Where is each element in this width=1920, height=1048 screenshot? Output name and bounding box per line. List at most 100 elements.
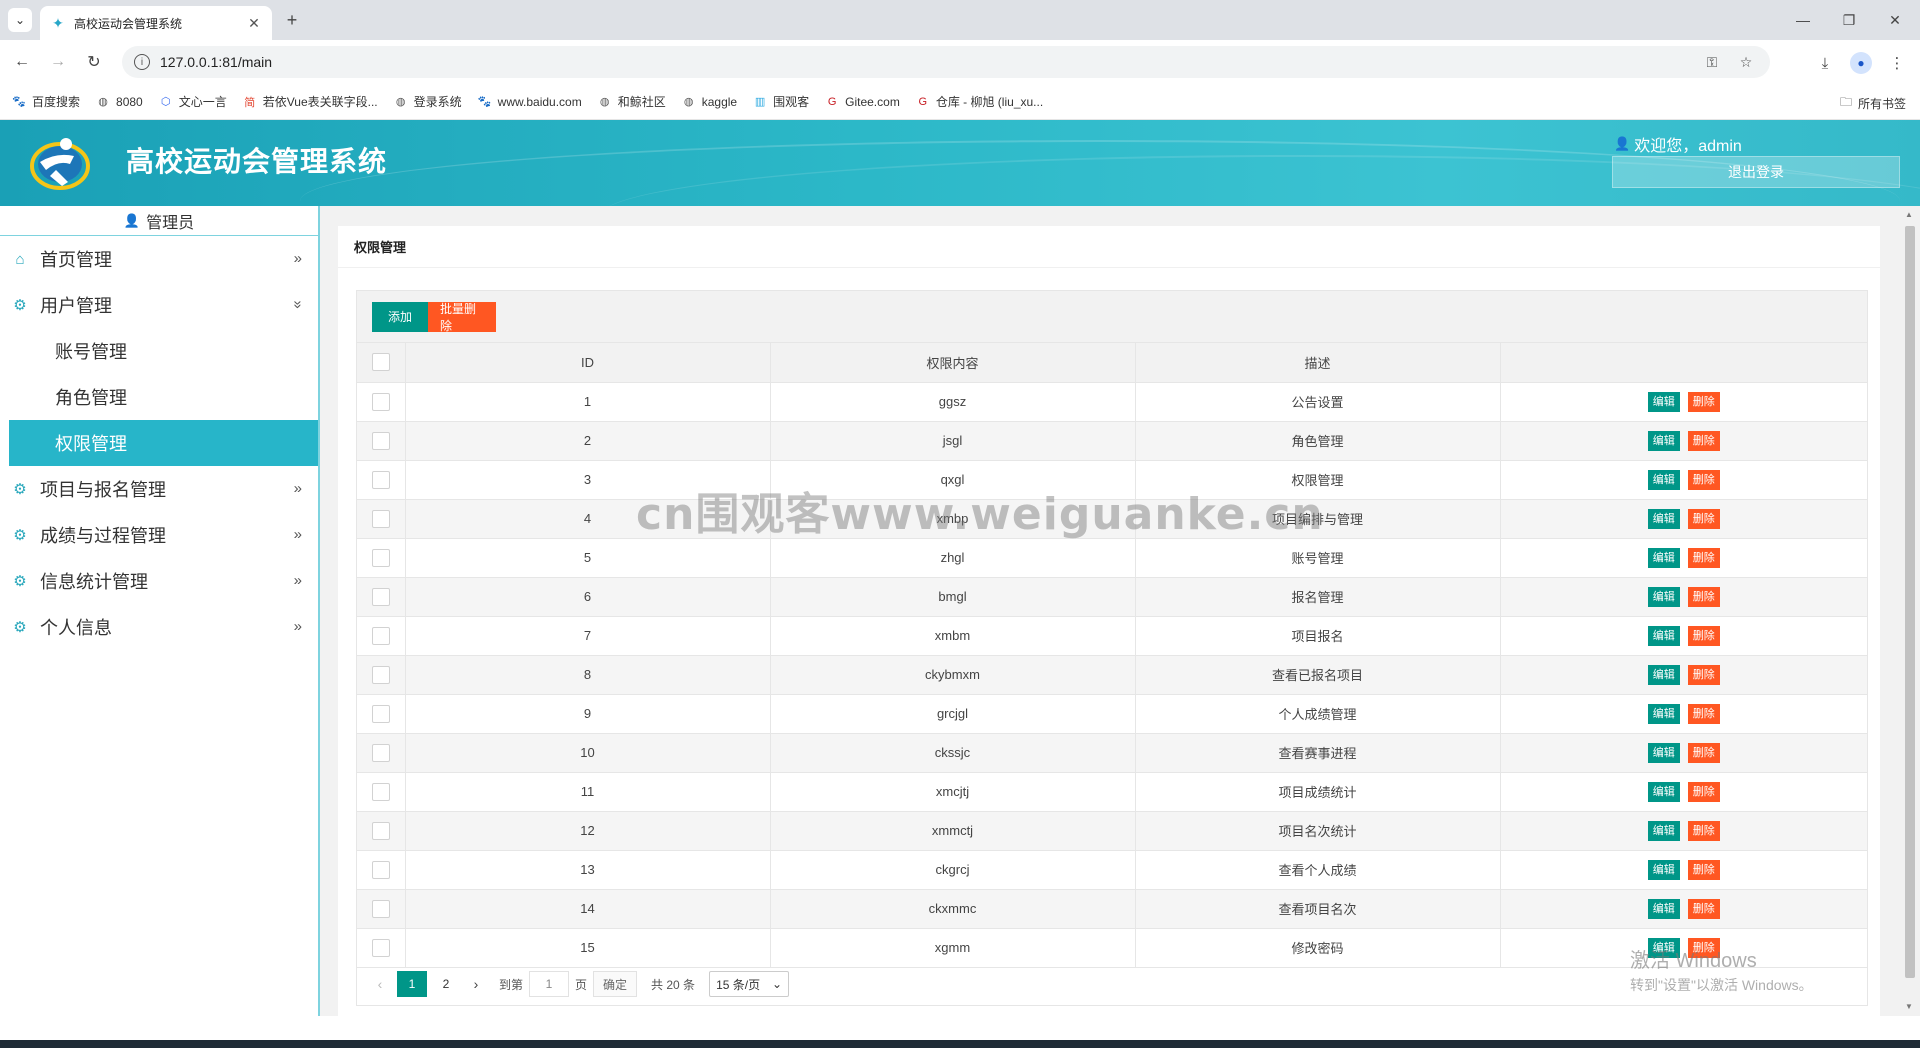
bookmark-item[interactable]: ◍ kaggle bbox=[682, 95, 737, 109]
restore-icon[interactable]: ❐ bbox=[1826, 8, 1872, 32]
bookmark-item[interactable]: 🐾 www.baidu.com bbox=[478, 95, 582, 109]
delete-button[interactable]: 删除 bbox=[1687, 586, 1720, 607]
select-all-checkbox[interactable] bbox=[371, 353, 390, 372]
row-checkbox[interactable] bbox=[371, 548, 390, 567]
password-key-icon[interactable]: ⚿ bbox=[1700, 54, 1724, 71]
tab-search-button[interactable]: ⌄ bbox=[8, 8, 32, 32]
sidebar-subitem-role[interactable]: 角色管理 bbox=[0, 374, 318, 420]
sidebar-subitem-permission[interactable]: 权限管理 bbox=[9, 420, 318, 466]
batch-delete-button[interactable]: 批量删除 bbox=[428, 301, 496, 333]
download-icon[interactable]: ⤓ bbox=[1814, 52, 1836, 74]
more-menu-icon[interactable]: ⋮ bbox=[1886, 52, 1908, 74]
row-checkbox[interactable] bbox=[371, 938, 390, 957]
row-checkbox[interactable] bbox=[371, 509, 390, 528]
scroll-up-icon[interactable]: ▲ bbox=[1905, 210, 1913, 219]
delete-button[interactable]: 删除 bbox=[1687, 469, 1720, 490]
edit-button[interactable]: 编辑 bbox=[1647, 625, 1680, 646]
bookmark-item[interactable]: G 仓库 - 柳旭 (liu_xu... bbox=[916, 93, 1044, 110]
delete-button[interactable]: 删除 bbox=[1687, 508, 1720, 529]
all-bookmarks-button[interactable]: 🗀 所有书签 bbox=[1840, 93, 1906, 114]
page-number-1[interactable]: 1 bbox=[397, 971, 427, 997]
delete-button[interactable]: 删除 bbox=[1687, 547, 1720, 568]
bookmark-item[interactable]: ⬡ 文心一言 bbox=[159, 93, 227, 110]
edit-button[interactable]: 编辑 bbox=[1647, 508, 1680, 529]
row-checkbox[interactable] bbox=[371, 821, 390, 840]
edit-button[interactable]: 编辑 bbox=[1647, 781, 1680, 802]
bookmark-item[interactable]: ◍ 和鲸社区 bbox=[598, 93, 666, 110]
row-checkbox[interactable] bbox=[371, 392, 390, 411]
row-checkbox[interactable] bbox=[371, 587, 390, 606]
sidebar-item-stats[interactable]: ⚙ 信息统计管理 » bbox=[0, 558, 318, 604]
bookmark-item[interactable]: 简若依Vue表关联字段... bbox=[243, 93, 377, 110]
row-checkbox[interactable] bbox=[371, 665, 390, 684]
row-checkbox[interactable] bbox=[371, 431, 390, 450]
row-checkbox[interactable] bbox=[371, 743, 390, 762]
profile-avatar-icon[interactable]: ● bbox=[1850, 52, 1872, 74]
row-checkbox[interactable] bbox=[371, 899, 390, 918]
row-checkbox[interactable] bbox=[371, 860, 390, 879]
edit-button[interactable]: 编辑 bbox=[1647, 742, 1680, 763]
new-tab-button[interactable]: + bbox=[282, 10, 302, 30]
sidebar-item-home[interactable]: ⌂ 首页管理 » bbox=[0, 236, 318, 282]
delete-button[interactable]: 删除 bbox=[1687, 430, 1720, 451]
delete-button[interactable]: 删除 bbox=[1687, 742, 1720, 763]
close-icon[interactable]: ✕ bbox=[246, 15, 262, 31]
edit-button[interactable]: 编辑 bbox=[1647, 391, 1680, 412]
delete-button[interactable]: 删除 bbox=[1687, 898, 1720, 919]
bookmark-item[interactable]: G Gitee.com bbox=[825, 95, 900, 109]
logout-button[interactable]: 退出登录 bbox=[1612, 156, 1900, 188]
edit-button[interactable]: 编辑 bbox=[1647, 469, 1680, 490]
row-checkbox[interactable] bbox=[371, 470, 390, 489]
site-info-icon[interactable]: i bbox=[134, 54, 150, 70]
add-button[interactable]: 添加 bbox=[372, 301, 428, 332]
sidebar-subitem-account[interactable]: 账号管理 bbox=[0, 328, 318, 374]
edit-button[interactable]: 编辑 bbox=[1647, 820, 1680, 841]
back-icon[interactable]: ← bbox=[12, 52, 32, 72]
row-checkbox[interactable] bbox=[371, 782, 390, 801]
goto-confirm-button[interactable]: 确定 bbox=[593, 971, 638, 997]
prev-page-icon[interactable]: ‹ bbox=[369, 972, 391, 996]
bookmark-item[interactable]: ◍ 8080 bbox=[96, 95, 143, 109]
edit-button[interactable]: 编辑 bbox=[1647, 586, 1680, 607]
sidebar-item-score[interactable]: ⚙ 成绩与过程管理 » bbox=[0, 512, 318, 558]
row-checkbox[interactable] bbox=[371, 626, 390, 645]
window-close-icon[interactable]: ✕ bbox=[1872, 8, 1918, 32]
minimize-icon[interactable]: — bbox=[1780, 8, 1826, 32]
forward-icon[interactable]: → bbox=[48, 52, 68, 72]
page-scrollbar[interactable]: ▲ ▼ bbox=[1900, 206, 1920, 1016]
reload-icon[interactable]: ↻ bbox=[84, 52, 104, 72]
goto-page-input[interactable]: 1 bbox=[529, 971, 570, 997]
address-bar[interactable]: i 127.0.0.1:81/main ⚿ ☆ bbox=[122, 46, 1770, 78]
delete-button[interactable]: 删除 bbox=[1687, 937, 1720, 958]
edit-button[interactable]: 编辑 bbox=[1647, 937, 1680, 958]
scroll-thumb[interactable] bbox=[1905, 226, 1915, 978]
delete-button[interactable]: 删除 bbox=[1687, 820, 1720, 841]
edit-button[interactable]: 编辑 bbox=[1647, 898, 1680, 919]
sidebar-item-personal[interactable]: ⚙ 个人信息 » bbox=[0, 604, 318, 650]
bookmark-star-icon[interactable]: ☆ bbox=[1734, 54, 1758, 71]
edit-button[interactable]: 编辑 bbox=[1647, 430, 1680, 451]
sidebar-item-user[interactable]: ⚙ 用户管理 » bbox=[0, 282, 318, 328]
edit-button[interactable]: 编辑 bbox=[1647, 859, 1680, 880]
table-row: 13 ckgrcj 查看个人成绩 编辑 删除 bbox=[357, 849, 1867, 890]
next-page-icon[interactable]: › bbox=[465, 972, 487, 996]
delete-button[interactable]: 删除 bbox=[1687, 781, 1720, 802]
edit-button[interactable]: 编辑 bbox=[1647, 703, 1680, 724]
delete-button[interactable]: 删除 bbox=[1687, 625, 1720, 646]
row-checkbox[interactable] bbox=[371, 704, 390, 723]
sidebar-item-project[interactable]: ⚙ 项目与报名管理 » bbox=[0, 466, 318, 512]
delete-button[interactable]: 删除 bbox=[1687, 703, 1720, 724]
bookmark-item[interactable]: ▥ 围观客 bbox=[753, 93, 809, 110]
page-size-select[interactable]: 15 条/页 ⌄ bbox=[709, 971, 790, 997]
delete-button[interactable]: 删除 bbox=[1687, 664, 1720, 685]
url-text[interactable]: 127.0.0.1:81/main bbox=[160, 54, 1690, 70]
delete-button[interactable]: 删除 bbox=[1687, 859, 1720, 880]
bookmark-item[interactable]: 🐾 百度搜索 bbox=[12, 93, 80, 110]
delete-button[interactable]: 删除 bbox=[1687, 391, 1720, 412]
edit-button[interactable]: 编辑 bbox=[1647, 664, 1680, 685]
browser-tab[interactable]: ✦ 高校运动会管理系统 ✕ bbox=[40, 6, 272, 40]
bookmark-item[interactable]: ◍ 登录系统 bbox=[394, 93, 462, 110]
page-number-2[interactable]: 2 bbox=[431, 971, 461, 997]
scroll-down-icon[interactable]: ▼ bbox=[1905, 1002, 1913, 1011]
edit-button[interactable]: 编辑 bbox=[1647, 547, 1680, 568]
